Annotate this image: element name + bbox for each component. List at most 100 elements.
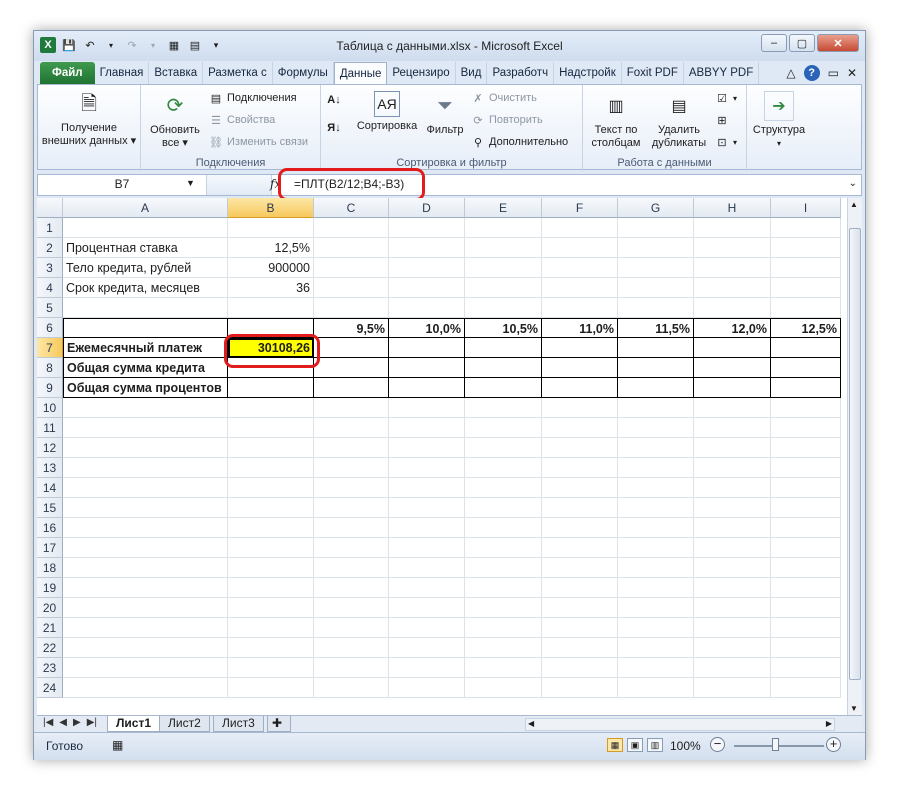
cell-i15[interactable] <box>771 498 841 518</box>
cell-a23[interactable] <box>63 658 228 678</box>
cell-g12[interactable] <box>618 438 694 458</box>
cell-e7[interactable] <box>465 338 542 358</box>
tab-data[interactable]: Данные <box>333 62 388 84</box>
cell-d1[interactable] <box>389 218 465 238</box>
filter-button[interactable]: ⏷ Фильтр <box>423 91 467 137</box>
cell-f11[interactable] <box>542 418 618 438</box>
tab-home[interactable]: Главная <box>95 62 150 84</box>
cell-h7[interactable] <box>694 338 771 358</box>
cell-d9[interactable] <box>389 378 465 398</box>
cell-h24[interactable] <box>694 678 771 698</box>
cell-c6[interactable]: 9,5% <box>314 318 389 338</box>
consolidate-button[interactable]: ⊞ <box>715 113 729 127</box>
row-header-2[interactable]: 2 <box>37 238 63 258</box>
cell-c23[interactable] <box>314 658 389 678</box>
scroll-up-icon[interactable]: ▲ <box>850 200 858 209</box>
cell-h22[interactable] <box>694 638 771 658</box>
cell-d22[interactable] <box>389 638 465 658</box>
cell-e17[interactable] <box>465 538 542 558</box>
sheet-tab-2[interactable]: Лист2 <box>159 716 210 732</box>
edit-links-button[interactable]: ⛓ Изменить связи <box>209 135 308 149</box>
cell-h15[interactable] <box>694 498 771 518</box>
cell-i8[interactable] <box>771 358 841 378</box>
outline-button[interactable]: ➔ Структура ▾ <box>749 91 809 150</box>
minimize-button[interactable]: – <box>761 34 787 52</box>
cell-e19[interactable] <box>465 578 542 598</box>
cell-i11[interactable] <box>771 418 841 438</box>
cell-i19[interactable] <box>771 578 841 598</box>
cell-c17[interactable] <box>314 538 389 558</box>
macro-record-icon[interactable]: ▦ <box>112 738 123 752</box>
cell-g21[interactable] <box>618 618 694 638</box>
cell-e11[interactable] <box>465 418 542 438</box>
cell-d23[interactable] <box>389 658 465 678</box>
cell-f14[interactable] <box>542 478 618 498</box>
cell-f12[interactable] <box>542 438 618 458</box>
cell-e14[interactable] <box>465 478 542 498</box>
row-header-22[interactable]: 22 <box>37 638 63 658</box>
cell-a8[interactable]: Общая сумма кредита <box>63 358 228 378</box>
cell-e16[interactable] <box>465 518 542 538</box>
cell-c22[interactable] <box>314 638 389 658</box>
normal-view-button[interactable]: ▦ <box>607 738 623 752</box>
cell-i20[interactable] <box>771 598 841 618</box>
row-header-12[interactable]: 12 <box>37 438 63 458</box>
cell-d17[interactable] <box>389 538 465 558</box>
cell-h13[interactable] <box>694 458 771 478</box>
cell-a7[interactable]: Ежемесячный платеж <box>63 338 228 358</box>
sort-za-button[interactable]: Я↓ <box>327 121 341 135</box>
cell-b2[interactable]: 12,5% <box>228 238 314 258</box>
cell-c15[interactable] <box>314 498 389 518</box>
remove-duplicates-button[interactable]: ▤ Удалить дубликаты <box>647 91 711 150</box>
zoom-in-button[interactable]: + <box>826 737 841 752</box>
cell-i9[interactable] <box>771 378 841 398</box>
cell-i14[interactable] <box>771 478 841 498</box>
cell-f19[interactable] <box>542 578 618 598</box>
row-header-3[interactable]: 3 <box>37 258 63 278</box>
cell-d13[interactable] <box>389 458 465 478</box>
cell-c8[interactable] <box>314 358 389 378</box>
cell-f23[interactable] <box>542 658 618 678</box>
data-validation-button[interactable]: ☑ ▾ <box>715 91 737 105</box>
cell-a16[interactable] <box>63 518 228 538</box>
cell-h11[interactable] <box>694 418 771 438</box>
cell-i2[interactable] <box>771 238 841 258</box>
cell-f13[interactable] <box>542 458 618 478</box>
vertical-scroll-thumb[interactable] <box>849 228 861 680</box>
horizontal-scrollbar[interactable]: ◀ ▶ <box>525 718 835 731</box>
cell-a9[interactable]: Общая сумма процентов <box>63 378 228 398</box>
cell-h5[interactable] <box>694 298 771 318</box>
cell-h23[interactable] <box>694 658 771 678</box>
select-all-corner[interactable] <box>37 198 63 218</box>
cell-g19[interactable] <box>618 578 694 598</box>
cell-e1[interactable] <box>465 218 542 238</box>
cell-d6[interactable]: 10,0% <box>389 318 465 338</box>
refresh-all-button[interactable]: ⟳ Обновить все ▾ <box>145 91 205 150</box>
cell-d14[interactable] <box>389 478 465 498</box>
column-header-a[interactable]: A <box>63 198 228 218</box>
cell-h16[interactable] <box>694 518 771 538</box>
cell-g9[interactable] <box>618 378 694 398</box>
cell-e10[interactable] <box>465 398 542 418</box>
cell-h10[interactable] <box>694 398 771 418</box>
cell-h12[interactable] <box>694 438 771 458</box>
cell-a6[interactable] <box>63 318 228 338</box>
cell-c19[interactable] <box>314 578 389 598</box>
zoom-slider-thumb[interactable] <box>772 738 779 751</box>
next-sheet-icon[interactable]: ▶ <box>73 717 81 728</box>
cell-d11[interactable] <box>389 418 465 438</box>
cell-b20[interactable] <box>228 598 314 618</box>
cell-a13[interactable] <box>63 458 228 478</box>
cell-d18[interactable] <box>389 558 465 578</box>
cell-b9[interactable] <box>228 378 314 398</box>
cell-i7[interactable] <box>771 338 841 358</box>
cell-d10[interactable] <box>389 398 465 418</box>
cell-e18[interactable] <box>465 558 542 578</box>
cell-g22[interactable] <box>618 638 694 658</box>
scroll-down-icon[interactable]: ▼ <box>850 704 858 713</box>
cell-i21[interactable] <box>771 618 841 638</box>
row-header-6[interactable]: 6 <box>37 318 63 338</box>
text-to-columns-button[interactable]: ▥ Текст по столбцам <box>587 91 645 150</box>
cell-b16[interactable] <box>228 518 314 538</box>
cell-a5[interactable] <box>63 298 228 318</box>
